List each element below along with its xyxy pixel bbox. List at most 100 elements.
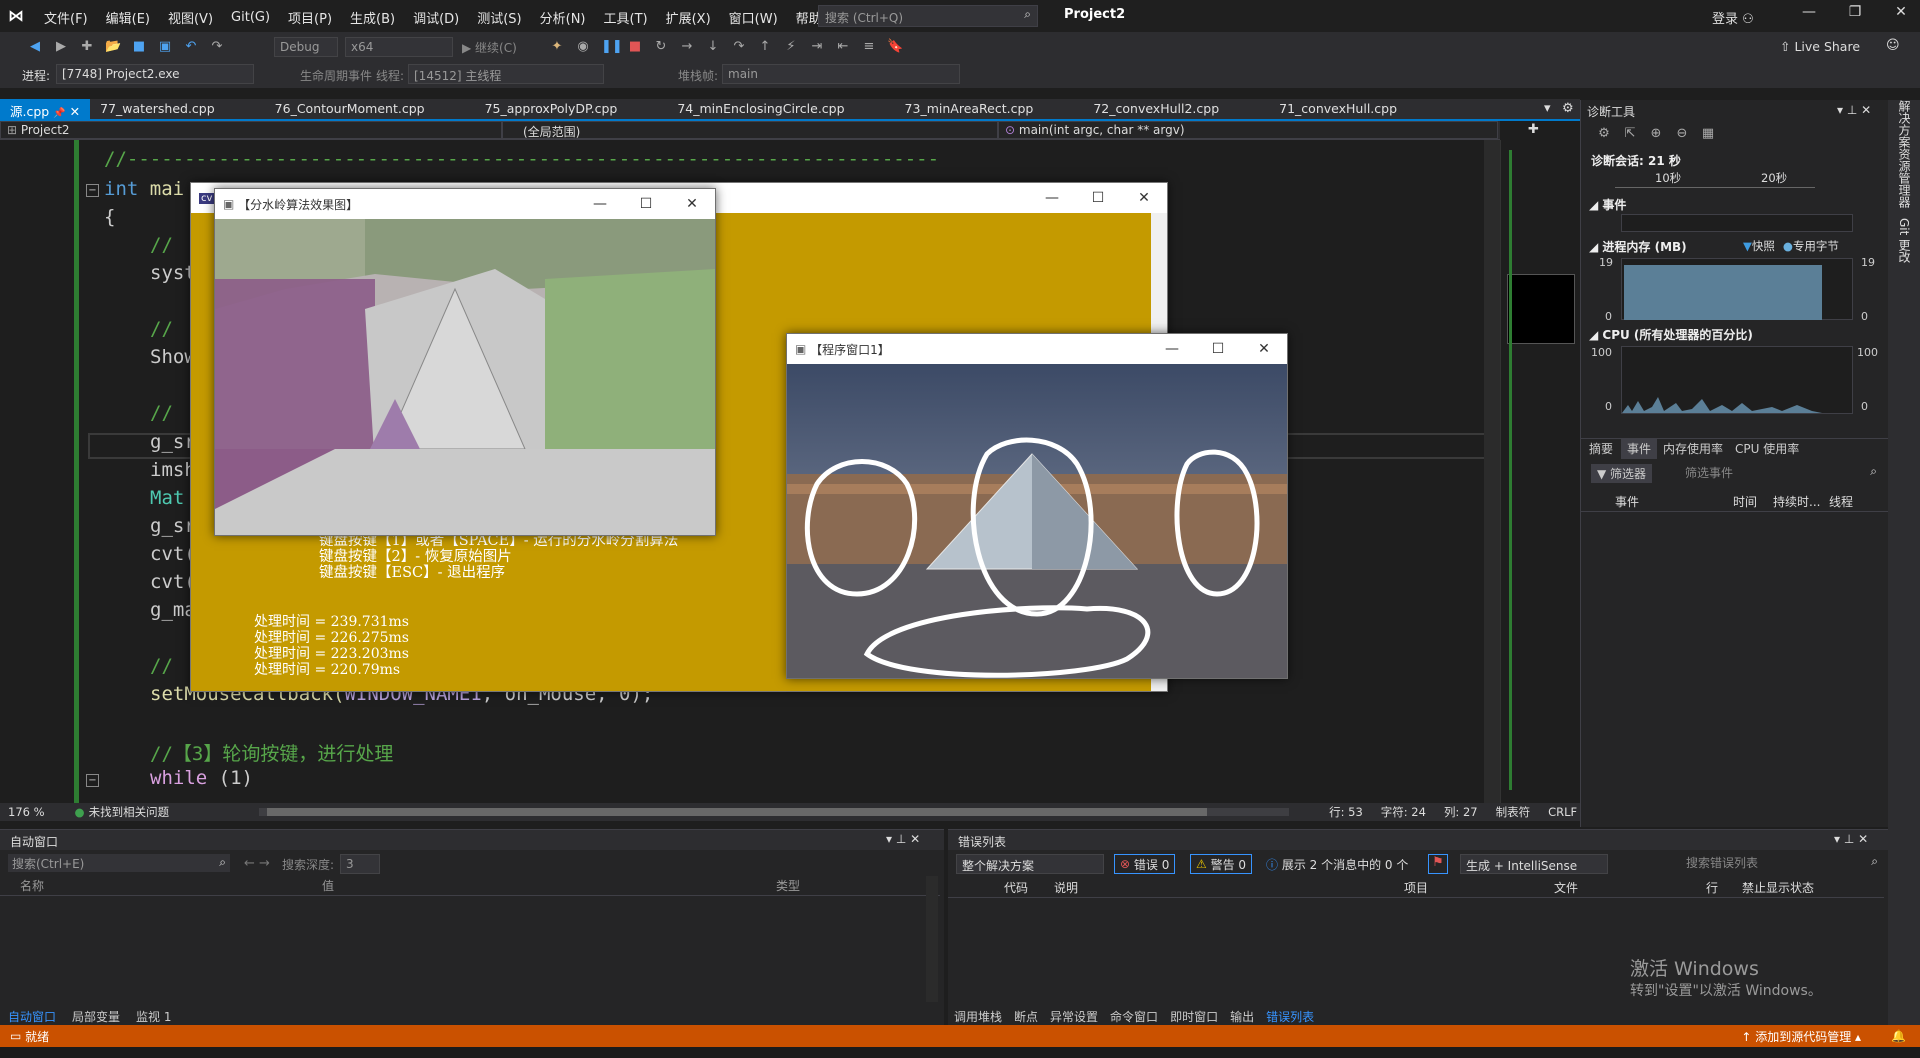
source-control-button[interactable]: ↑ 添加到源代码管理 ▴ <box>1741 1028 1861 1045</box>
camera-icon[interactable]: ◉ <box>575 39 591 55</box>
pin-icon[interactable]: ⊥ <box>1847 103 1861 117</box>
watershed-result-window[interactable]: ▣ 【分水岭算法效果图】 — ☐ ✕ <box>214 188 716 536</box>
autos-search-input[interactable]: 搜索(Ctrl+E) ⌕ <box>8 854 230 872</box>
save-all-icon[interactable]: ▣ <box>157 39 173 55</box>
tab-contour-moment[interactable]: 76_ContourMoment.cpp <box>265 99 435 119</box>
col-thread[interactable]: 线程 <box>1829 493 1853 510</box>
tab-min-area-rect[interactable]: 73_minAreaRect.cpp <box>895 99 1044 119</box>
minimize-icon[interactable]: — <box>577 196 623 212</box>
collapse-icon[interactable]: − <box>86 184 99 197</box>
tab-convex-hull2[interactable]: 72_convexHull2.cpp <box>1083 99 1229 119</box>
tab-breakpoints[interactable]: 断点 <box>1008 1008 1044 1025</box>
col-value[interactable]: 值 <box>322 877 776 894</box>
hot-reload-icon[interactable]: ⚡ <box>783 39 799 55</box>
pin-icon[interactable]: ⊥ <box>896 832 910 846</box>
show-next-icon[interactable]: → <box>679 39 695 55</box>
error-search-input[interactable]: 搜索错误列表 ⌕ <box>1686 854 1882 872</box>
messages-filter[interactable]: ⓘ 展示 2 个消息中的 0 个 <box>1266 856 1408 873</box>
restore-icon[interactable]: ❐ <box>1832 4 1878 20</box>
tab-command-window[interactable]: 命令窗口 <box>1104 1008 1164 1025</box>
watershed-titlebar[interactable]: ▣ 【分水岭算法效果图】 — ☐ ✕ <box>215 189 715 219</box>
stop-icon[interactable]: ■ <box>627 39 643 55</box>
search-input[interactable]: 搜索 (Ctrl+Q) ⌕ <box>818 5 1038 27</box>
tab-memory[interactable]: 内存使用率 <box>1657 438 1729 459</box>
collapse-icon[interactable]: − <box>86 774 99 787</box>
tab-call-stack[interactable]: 调用堆栈 <box>948 1008 1008 1025</box>
close-tab-icon[interactable]: ✕ <box>70 104 80 119</box>
close-icon[interactable]: ✕ <box>1878 4 1920 20</box>
vertical-scrollbar[interactable] <box>1484 140 1500 803</box>
settings-icon[interactable]: ⚙ <box>1596 126 1612 142</box>
step-out-icon[interactable]: ↑ <box>757 39 773 55</box>
menu-git[interactable]: Git(G) <box>222 10 279 25</box>
col-suppression[interactable]: 禁止显示状态 <box>1742 879 1814 896</box>
close-icon[interactable]: ✕ <box>1241 341 1287 357</box>
tab-dropdown-icon[interactable]: ▾ <box>1544 101 1551 116</box>
code-minimap[interactable] <box>1500 140 1576 803</box>
outdent-icon[interactable]: ⇤ <box>835 39 851 55</box>
open-icon[interactable]: 📂 <box>105 39 121 55</box>
lifecycle-events[interactable]: 生命周期事件 <box>300 67 372 84</box>
menu-test[interactable]: 测试(S) <box>468 8 530 27</box>
reset-view-icon[interactable]: ▦ <box>1700 126 1716 142</box>
build-select[interactable]: 生成 + IntelliSense <box>1460 854 1608 874</box>
maximize-icon[interactable]: ☐ <box>623 196 669 212</box>
col-description[interactable]: 说明 <box>1054 879 1404 896</box>
menu-project[interactable]: 项目(P) <box>279 8 341 27</box>
warnings-filter[interactable]: ⚠ 警告 0 <box>1190 854 1253 874</box>
memory-section[interactable]: ◢ 进程内存 (MB) <box>1589 238 1687 255</box>
tab-autos[interactable]: 自动窗口 <box>0 1008 64 1025</box>
export-icon[interactable]: ⇱ <box>1622 126 1638 142</box>
col-duration[interactable]: 持续时... <box>1773 493 1829 510</box>
col-type[interactable]: 类型 <box>776 877 800 894</box>
tab-watershed[interactable]: 77_watershed.cpp <box>90 99 225 119</box>
step-over-icon[interactable]: ↷ <box>731 39 747 55</box>
tab-watch[interactable]: 监视 1 <box>128 1008 179 1025</box>
menu-tools[interactable]: 工具(T) <box>595 8 657 27</box>
forward-icon[interactable]: ▶ <box>53 39 69 55</box>
tab-output[interactable]: 输出 <box>1224 1008 1260 1025</box>
maximize-icon[interactable]: ☐ <box>1075 190 1121 206</box>
col-event[interactable]: 事件 <box>1615 493 1733 510</box>
menu-extensions[interactable]: 扩展(X) <box>657 8 720 27</box>
filter-icon[interactable]: ⚑ <box>1428 854 1448 874</box>
platform-select[interactable]: x64 <box>345 37 453 57</box>
close-icon[interactable]: ✕ <box>669 196 715 212</box>
col-line[interactable]: 行 <box>1706 879 1742 896</box>
menu-window[interactable]: 窗口(W) <box>720 8 787 27</box>
login-link[interactable]: 登录 ⚇ <box>1712 8 1754 27</box>
comment-icon[interactable]: ≡ <box>861 39 877 55</box>
col-code[interactable]: 代码 <box>1004 879 1054 896</box>
git-changes-tab[interactable]: Git 更改 <box>1896 218 1913 263</box>
thread-select[interactable]: [14512] 主线程 <box>408 64 604 84</box>
zoom-out-icon[interactable]: ⊖ <box>1674 126 1690 142</box>
attach-icon[interactable]: ✦ <box>549 39 565 55</box>
tab-error-list[interactable]: 错误列表 <box>1260 1008 1320 1025</box>
pin-icon[interactable]: 📌 <box>53 108 65 119</box>
tab-convex-hull[interactable]: 71_convexHull.cpp <box>1269 99 1407 119</box>
errors-filter[interactable]: ⊗ 错误 0 <box>1114 854 1176 874</box>
close-icon[interactable]: ✕ <box>1858 832 1868 846</box>
stack-select[interactable]: main <box>722 64 960 84</box>
autos-scrollbar[interactable] <box>926 876 938 1002</box>
redo-icon[interactable]: ↷ <box>209 39 225 55</box>
program-window[interactable]: ▣ 【程序窗口1】 — ☐ ✕ <box>786 333 1288 679</box>
program-titlebar[interactable]: ▣ 【程序窗口1】 — ☐ ✕ <box>787 334 1287 364</box>
menu-edit[interactable]: 编辑(E) <box>97 8 159 27</box>
col-name[interactable]: 名称 <box>20 877 322 894</box>
undo-icon[interactable]: ↶ <box>183 39 199 55</box>
maximize-icon[interactable]: ☐ <box>1195 341 1241 357</box>
cpu-section[interactable]: ◢ CPU (所有处理器的百分比) <box>1589 326 1753 343</box>
tab-min-enclosing-circle[interactable]: 74_minEnclosingCircle.cpp <box>667 99 854 119</box>
scroll-thumb[interactable] <box>267 808 1208 816</box>
scope-select[interactable]: 整个解决方案 <box>956 854 1104 874</box>
config-select[interactable]: Debug <box>274 37 338 57</box>
close-icon[interactable]: ✕ <box>1861 103 1871 117</box>
horizontal-scrollbar[interactable] <box>259 808 1290 816</box>
step-into-icon[interactable]: ↓ <box>705 39 721 55</box>
new-project-icon[interactable]: ✚ <box>79 39 95 55</box>
minimize-icon[interactable]: — <box>1786 4 1832 20</box>
tab-events[interactable]: 事件 <box>1621 438 1658 459</box>
col-time[interactable]: 时间 <box>1733 493 1773 510</box>
split-icon[interactable]: ✚ <box>1528 122 1539 137</box>
